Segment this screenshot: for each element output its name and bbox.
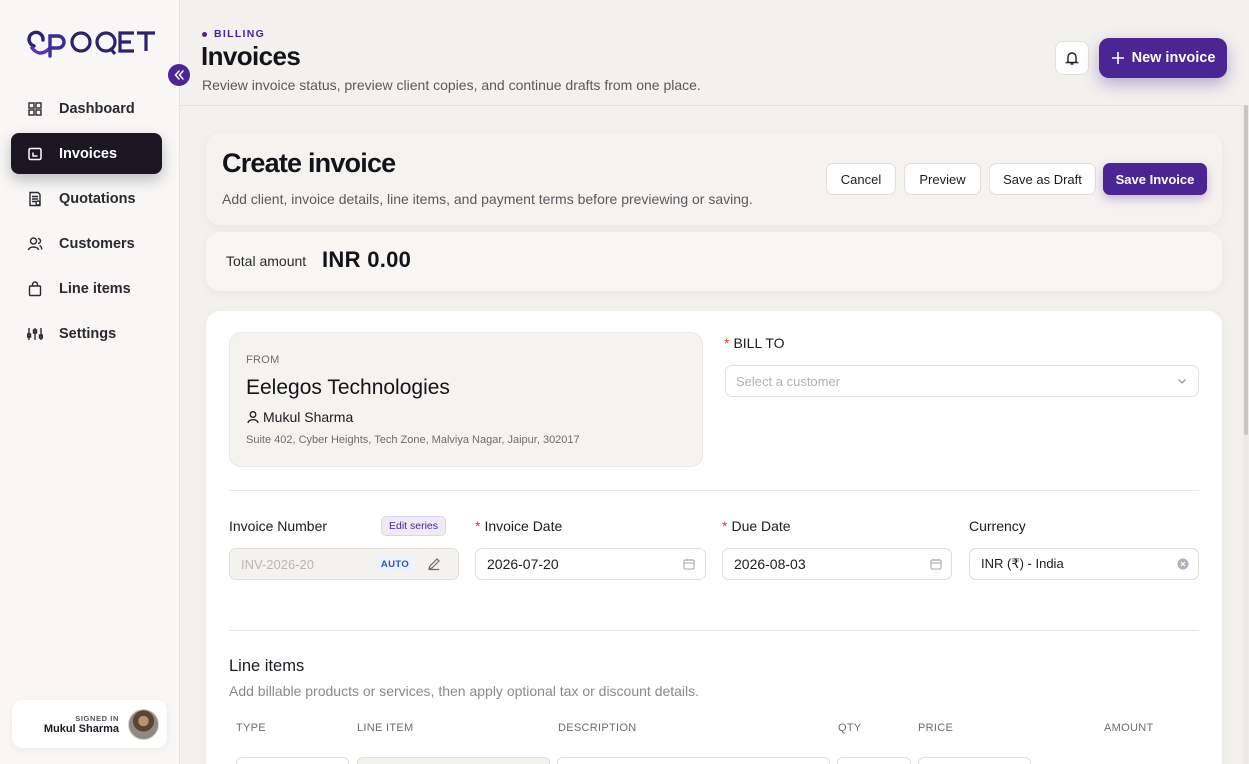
line-item-qty-input[interactable] <box>837 757 911 764</box>
preview-button[interactable]: Preview <box>904 163 981 195</box>
total-value: INR 0.00 <box>322 247 412 272</box>
collapse-sidebar-button[interactable] <box>168 64 190 86</box>
sidebar-item-invoices[interactable]: Invoices <box>11 133 162 174</box>
sidebar-item-customers[interactable]: Customers <box>11 223 162 264</box>
column-header-type: TYPE <box>236 722 266 734</box>
section-divider <box>229 490 1199 491</box>
from-address: Suite 402, Cyber Heights, Tech Zone, Mal… <box>246 434 580 446</box>
due-date-field[interactable]: 2026-08-03 <box>722 548 952 580</box>
breadcrumb-label: BILLING <box>214 28 266 40</box>
sidebar-item-label: Dashboard <box>59 100 135 117</box>
due-date-text: Due Date <box>731 518 791 534</box>
new-invoice-label: New invoice <box>1131 50 1216 66</box>
user-card[interactable]: SIGNED IN Mukul Sharma <box>12 700 167 748</box>
quotation-icon <box>29 191 41 206</box>
edit-series-button[interactable]: Edit series <box>381 516 446 536</box>
auto-badge: AUTO <box>375 556 415 572</box>
line-item-select[interactable] <box>357 757 550 764</box>
sidebar-item-label: Invoices <box>59 145 118 162</box>
page-subtitle: Review invoice status, preview client co… <box>202 77 701 93</box>
plus-icon <box>1111 52 1124 64</box>
grid-icon <box>28 101 42 116</box>
bag-icon <box>28 280 42 296</box>
sidebar-item-label: Customers <box>59 235 135 252</box>
bill-to-label: * BILL TO <box>724 335 785 351</box>
required-mark: * <box>724 335 730 351</box>
save-invoice-button[interactable]: Save Invoice <box>1103 163 1207 195</box>
from-contact: Mukul Sharma <box>246 409 353 425</box>
invoice-date-value: 2026-07-20 <box>487 556 559 572</box>
line-item-type-select[interactable] <box>236 757 349 764</box>
customer-select-placeholder: Select a customer <box>736 373 841 389</box>
customer-select[interactable]: Select a customer <box>725 365 1199 397</box>
save-draft-button[interactable]: Save as Draft <box>989 163 1096 195</box>
header-divider <box>180 105 1249 106</box>
column-header-description: DESCRIPTION <box>558 722 637 734</box>
invoice-date-label: * Invoice Date <box>475 518 562 534</box>
clear-icon[interactable] <box>1177 558 1189 570</box>
signed-in-label: SIGNED IN <box>75 714 119 723</box>
column-header-price: PRICE <box>918 722 954 734</box>
sidebar-item-label: Settings <box>59 325 117 342</box>
required-mark: * <box>475 518 481 534</box>
brand-logo[interactable] <box>24 26 158 62</box>
total-label: Total amount <box>226 253 307 269</box>
avatar <box>128 709 159 740</box>
breadcrumb-dot <box>202 31 207 37</box>
sidebar-item-label: Quotations <box>59 190 136 207</box>
bill-to-text: BILL TO <box>733 335 785 351</box>
invoice-number-value: INV-2026-20 <box>241 556 314 572</box>
line-item-price-input[interactable] <box>918 757 1031 764</box>
sliders-icon <box>27 327 43 340</box>
calendar-icon[interactable] <box>683 558 695 570</box>
currency-value: INR (₹) - India <box>981 556 1064 571</box>
sidebar-nav: Dashboard Invoices Quotations Customers … <box>11 88 162 358</box>
user-name: Mukul Sharma <box>43 723 119 735</box>
sidebar-item-label: Line items <box>59 280 131 297</box>
invoice-number-field: INV-2026-20 <box>229 548 459 580</box>
line-items-subtitle: Add billable products or services, then … <box>229 683 700 699</box>
invoice-number-label: Invoice Number <box>229 518 328 534</box>
column-header-amount: AMOUNT <box>1104 722 1154 734</box>
pencil-icon[interactable] <box>427 557 441 571</box>
column-header-qty: QTY <box>838 722 862 734</box>
create-invoice-subtitle: Add client, invoice details, line items,… <box>222 191 753 207</box>
sidebar-item-line-items[interactable]: Line items <box>11 268 162 309</box>
invoice-icon <box>28 147 42 160</box>
sidebar-item-quotations[interactable]: Quotations <box>11 178 162 219</box>
bell-icon <box>1064 52 1080 65</box>
required-mark: * <box>722 518 728 534</box>
users-icon <box>27 236 43 250</box>
currency-select[interactable]: INR (₹) - India <box>969 548 1199 580</box>
calendar-icon[interactable] <box>930 558 942 570</box>
from-contact-name: Mukul Sharma <box>263 409 354 425</box>
from-label: FROM <box>246 354 280 366</box>
line-items-title: Line items <box>229 657 305 675</box>
column-header-line-item: LINE ITEM <box>357 722 414 734</box>
sidebar: Dashboard Invoices Quotations Customers … <box>0 0 180 764</box>
due-date-label: * Due Date <box>722 518 791 534</box>
chevron-down-icon <box>1178 379 1186 384</box>
due-date-value: 2026-08-03 <box>734 556 806 572</box>
chevrons-left-icon <box>174 70 184 80</box>
page-title: Invoices <box>201 41 301 71</box>
invoice-date-text: Invoice Date <box>484 518 563 534</box>
from-company: Eelegos Technologies <box>246 376 450 399</box>
scrollbar-thumb[interactable] <box>1244 105 1248 435</box>
new-invoice-button[interactable]: New invoice <box>1099 38 1227 78</box>
breadcrumb: BILLING <box>202 28 265 40</box>
notifications-button[interactable] <box>1055 41 1089 75</box>
sidebar-item-settings[interactable]: Settings <box>11 313 162 354</box>
user-icon <box>247 411 259 424</box>
create-invoice-title: Create invoice <box>222 148 396 178</box>
section-divider <box>229 630 1199 631</box>
cancel-button[interactable]: Cancel <box>826 163 896 195</box>
sidebar-item-dashboard[interactable]: Dashboard <box>11 88 162 129</box>
currency-label: Currency <box>969 518 1026 534</box>
invoice-date-field[interactable]: 2026-07-20 <box>475 548 706 580</box>
line-item-description-input[interactable] <box>557 757 830 764</box>
